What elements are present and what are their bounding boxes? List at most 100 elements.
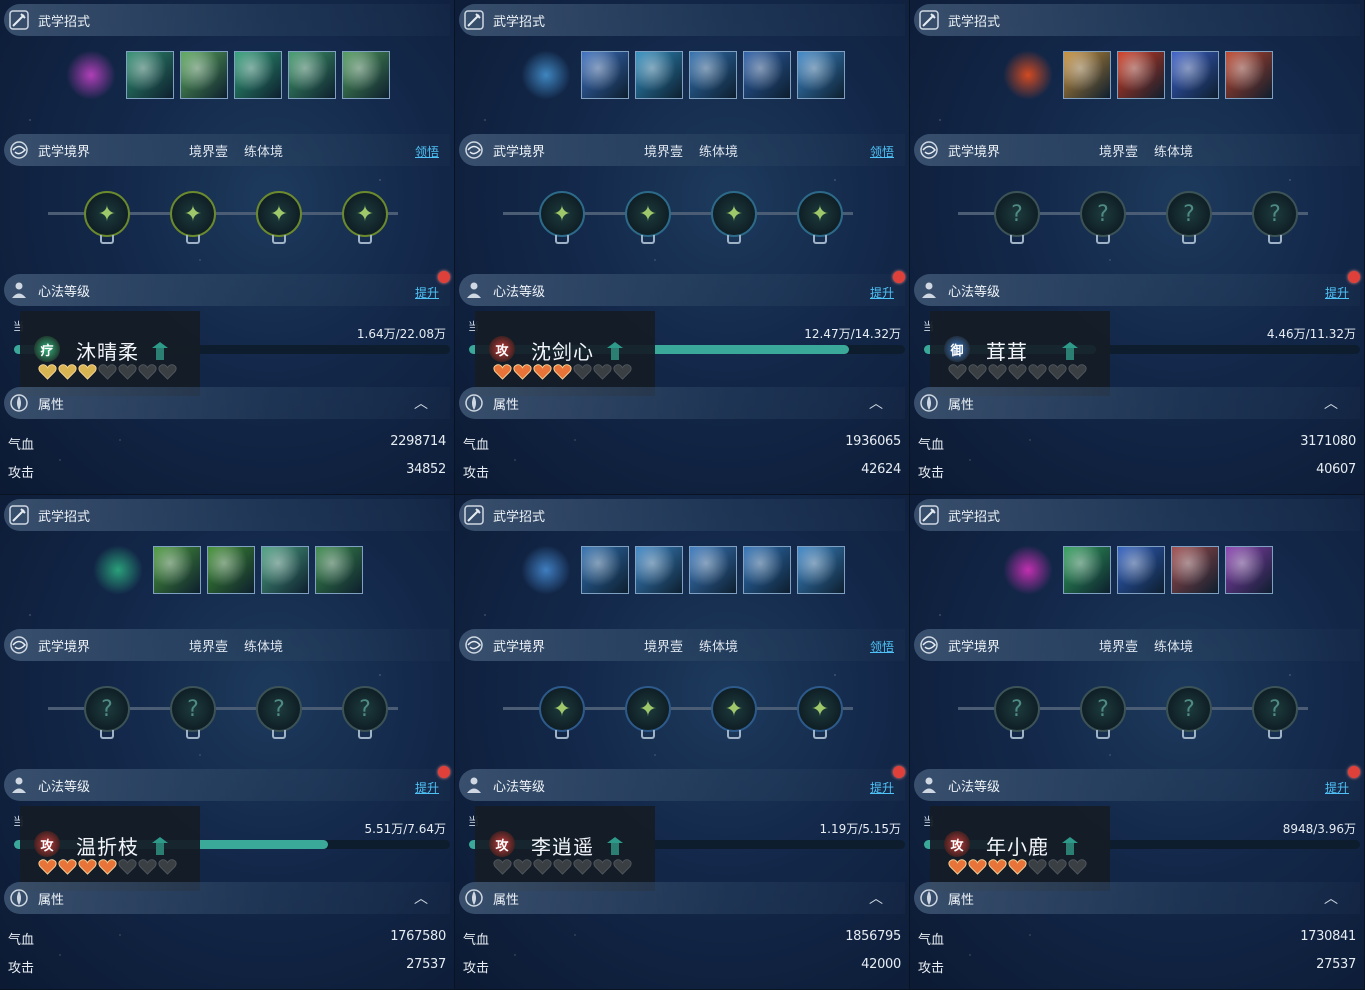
skill-icon-5[interactable] <box>797 546 845 594</box>
swirl-icon <box>463 139 485 161</box>
stat-hp-row: 气血 1730841 <box>918 929 1356 948</box>
locked-node-icon[interactable]: ? <box>342 686 388 732</box>
stat-hp-value: 1936065 <box>845 434 901 449</box>
swords-icon[interactable]: ✦ <box>711 686 757 732</box>
node-base-icon <box>272 730 286 739</box>
collapse-icon[interactable]: ︿ <box>414 393 428 413</box>
blade-icon[interactable]: ✦ <box>711 191 757 237</box>
upgrade-link[interactable]: 提升 <box>870 779 894 796</box>
character-panel: 武学招式 武学境界 境界壹 练体境 领悟 ✦✦✦✦ 心法等级 提升 当 1 <box>455 495 910 990</box>
comprehend-link[interactable]: 领悟 <box>415 143 439 160</box>
flame-icon[interactable]: ✦ <box>797 686 843 732</box>
notification-dot <box>438 766 450 778</box>
upgrade-link[interactable]: 提升 <box>1325 284 1349 301</box>
collapse-icon[interactable]: ︿ <box>1324 393 1338 413</box>
locked-node-icon[interactable]: ? <box>1080 686 1126 732</box>
node-base-icon <box>1182 730 1196 739</box>
locked-node-icon[interactable]: ? <box>1080 191 1126 237</box>
skill-icon-4[interactable] <box>1225 546 1273 594</box>
mind-header: 心法等级 <box>914 769 1360 801</box>
skill-icon-3[interactable] <box>689 51 737 99</box>
upgrade-link[interactable]: 提升 <box>415 779 439 796</box>
stat-hp-row: 气血 1767580 <box>8 929 446 948</box>
role-badge: 疗 <box>34 336 60 362</box>
realm-stage: 境界壹 <box>189 639 229 655</box>
notification-dot <box>893 271 905 283</box>
heart-empty-icon <box>593 364 612 380</box>
moon-icon[interactable]: ✦ <box>170 191 216 237</box>
comprehend-link[interactable]: 领悟 <box>870 143 894 160</box>
skill-icon-5[interactable] <box>797 51 845 99</box>
serpent-icon[interactable]: ✦ <box>539 686 585 732</box>
skill-icon-4[interactable] <box>288 51 336 99</box>
locked-node-icon[interactable]: ? <box>994 191 1040 237</box>
skill-icon-4[interactable] <box>1225 51 1273 99</box>
skill-icon-3[interactable] <box>261 546 309 594</box>
locked-node-icon[interactable]: ? <box>994 686 1040 732</box>
node-base-icon <box>272 235 286 244</box>
leaf-icon[interactable]: ✦ <box>84 191 130 237</box>
locked-node-icon[interactable]: ? <box>84 686 130 732</box>
swirl-icon[interactable]: ✦ <box>625 191 671 237</box>
main-skill-icon[interactable] <box>521 50 571 100</box>
upgrade-link[interactable]: 提升 <box>415 284 439 301</box>
sword-icon[interactable]: ✦ <box>797 191 843 237</box>
collapse-icon[interactable]: ︿ <box>869 888 883 908</box>
locked-node-icon[interactable]: ? <box>170 686 216 732</box>
realm-title: 武学境界 <box>948 144 1001 160</box>
locked-node-icon[interactable]: ? <box>1252 191 1298 237</box>
skill-icon-3[interactable] <box>689 546 737 594</box>
lotus-icon[interactable]: ✦ <box>342 191 388 237</box>
locked-node-icon[interactable]: ? <box>1166 686 1212 732</box>
realm-stage: 境界壹 <box>189 144 229 160</box>
skill-icon-1[interactable] <box>153 546 201 594</box>
skill-icon-1[interactable] <box>1063 546 1111 594</box>
skill-icon-2[interactable] <box>1117 546 1165 594</box>
main-skill-icon[interactable] <box>521 545 571 595</box>
skill-icon-1[interactable] <box>126 51 174 99</box>
stat-hp-value: 1767580 <box>390 929 446 944</box>
skill-icon-3[interactable] <box>1171 546 1219 594</box>
heart-filled-icon <box>1008 859 1027 875</box>
skill-icon-4[interactable] <box>743 51 791 99</box>
main-skill-icon[interactable] <box>1003 545 1053 595</box>
collapse-icon[interactable]: ︿ <box>414 888 428 908</box>
skill-icon-3[interactable] <box>234 51 282 99</box>
skill-icon-1[interactable] <box>581 51 629 99</box>
realm-title: 武学境界 <box>493 144 546 160</box>
character-name: 沐晴柔 <box>76 340 139 364</box>
skill-icon-2[interactable] <box>635 546 683 594</box>
comprehend-link[interactable]: 领悟 <box>870 638 894 655</box>
heart-empty-icon <box>138 859 157 875</box>
attribute-icon <box>463 887 485 909</box>
locked-node-icon[interactable]: ? <box>1166 191 1212 237</box>
collapse-icon[interactable]: ︿ <box>1324 888 1338 908</box>
stat-hp-label: 气血 <box>918 438 945 453</box>
skill-icon-1[interactable] <box>1063 51 1111 99</box>
skill-icon-4[interactable] <box>743 546 791 594</box>
locked-node-icon[interactable]: ? <box>1252 686 1298 732</box>
locked-node-icon[interactable]: ? <box>256 686 302 732</box>
skill-icon-1[interactable] <box>581 546 629 594</box>
stat-atk-label: 攻击 <box>918 466 945 481</box>
heart-empty-icon <box>138 364 157 380</box>
skill-icon-5[interactable] <box>342 51 390 99</box>
main-skill-icon[interactable] <box>93 545 143 595</box>
sword-slash-icon[interactable]: ✦ <box>539 191 585 237</box>
skill-icon-4[interactable] <box>315 546 363 594</box>
collapse-icon[interactable]: ︿ <box>869 393 883 413</box>
stat-atk-value: 42000 <box>861 957 901 972</box>
skill-icon-3[interactable] <box>1171 51 1219 99</box>
skill-list <box>66 50 390 100</box>
upgrade-link[interactable]: 提升 <box>1325 779 1349 796</box>
skill-icon-2[interactable] <box>635 51 683 99</box>
feather-icon[interactable]: ✦ <box>625 686 671 732</box>
skill-icon-2[interactable] <box>1117 51 1165 99</box>
skill-icon-2[interactable] <box>207 546 255 594</box>
attr-title: 属性 <box>948 892 975 908</box>
upgrade-link[interactable]: 提升 <box>870 284 894 301</box>
main-skill-icon[interactable] <box>66 50 116 100</box>
main-skill-icon[interactable] <box>1003 50 1053 100</box>
skill-icon-2[interactable] <box>180 51 228 99</box>
wave-icon[interactable]: ✦ <box>256 191 302 237</box>
